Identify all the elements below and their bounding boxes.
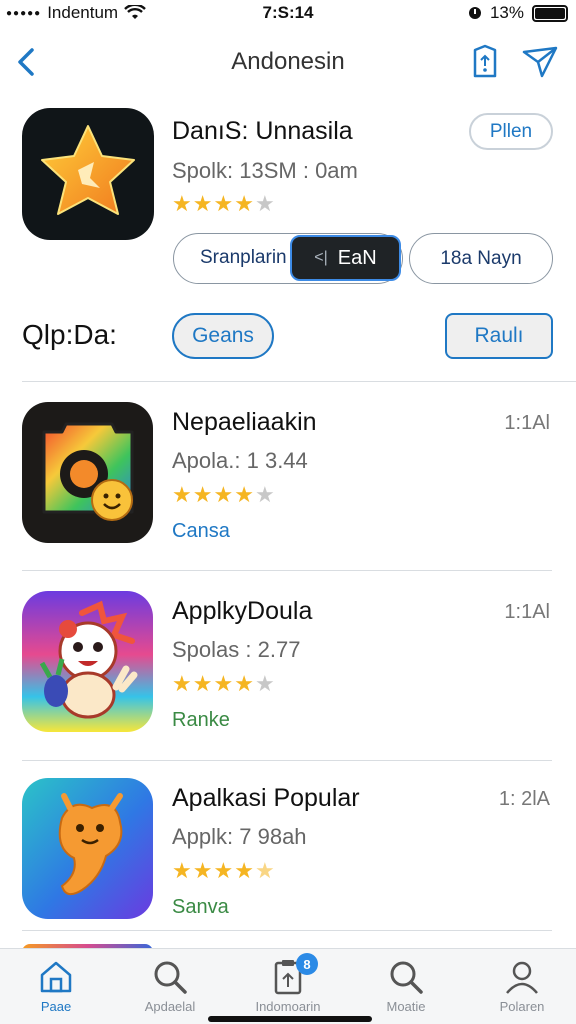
star-icon: ★ — [254, 858, 275, 883]
star-icon: ★ — [213, 858, 234, 883]
tab-home[interactable]: Paae — [6, 957, 106, 1021]
app-rating: ★ ★ ★ ★ ★ — [172, 860, 275, 882]
star-icon: ★ — [192, 858, 213, 883]
app-category[interactable]: Sanva — [172, 896, 229, 919]
list-item[interactable]: ApplkyDoula Spolas : 2.77 ★ ★ ★ ★ ★ Ranke 1:… — [0, 591, 576, 741]
featured-app-meta: Spolk: 13SM : 0am — [172, 158, 358, 183]
tab-profile[interactable]: Polaren — [472, 957, 572, 1021]
open-button[interactable]: Pllen — [469, 113, 553, 150]
star-app-icon[interactable] — [22, 108, 154, 240]
status-bar: ●●●●● Indentum 7:S:14 13% — [0, 0, 576, 26]
star-icon: ★ — [234, 482, 254, 507]
star-icon: ★ — [254, 671, 275, 696]
star-icon: ★ — [234, 191, 254, 216]
notification-badge: 8 — [296, 953, 318, 975]
app-time: 1:1Al — [504, 412, 550, 434]
search-icon — [390, 961, 423, 994]
tab-label: Paae — [40, 999, 72, 1014]
send-icon[interactable] — [520, 44, 560, 80]
featured-rating: ★ ★ ★ ★ ★ — [172, 193, 275, 215]
app-meta: Apola.: 1 3.44 — [172, 448, 308, 473]
star-icon: ★ — [254, 191, 275, 216]
orange-creature-app-icon[interactable] — [22, 778, 153, 919]
star-icon: ★ — [192, 482, 213, 507]
home-icon — [40, 961, 72, 993]
segment-active[interactable]: <| EaN — [290, 235, 401, 281]
divider — [22, 381, 576, 382]
star-icon: ★ — [213, 191, 234, 216]
app-time: 1: 2lA — [498, 788, 550, 810]
nav-bar: Andonesin — [0, 38, 576, 86]
star-icon: ★ — [172, 482, 192, 507]
app-name[interactable]: Apalkasi Popular — [172, 784, 360, 813]
star-icon: ★ — [192, 191, 213, 216]
alarm-icon — [468, 7, 481, 19]
battery-percent: 13% — [489, 3, 524, 22]
star-icon: ★ — [254, 482, 275, 507]
share-icon[interactable] — [468, 44, 502, 80]
search-icon — [154, 961, 187, 994]
tab-updates[interactable]: 8 Indomoarin — [238, 953, 338, 1021]
app-rating: ★ ★ ★ ★ ★ — [172, 673, 275, 695]
list-item[interactable]: Apalkasi Popular Applk: 7 98ah ★ ★ ★ ★ ★ San… — [0, 778, 576, 928]
pill-button[interactable]: 18a Nayn — [409, 233, 553, 284]
home-indicator — [208, 1016, 372, 1022]
segment-active-prefix: <| — [314, 249, 328, 266]
star-icon: ★ — [213, 671, 234, 696]
battery-icon — [532, 4, 568, 22]
divider — [22, 570, 552, 571]
segment-left[interactable]: Sranplarin — [200, 247, 287, 269]
divider — [22, 760, 552, 761]
status-right: 13% — [468, 3, 568, 23]
star-icon: ★ — [172, 858, 192, 883]
segment-active-label: EaN — [337, 246, 377, 269]
tab-label: Indomoarin — [255, 999, 321, 1014]
tab-bar: Paae Apdaelal 8 Indomoarin Moatie Polare… — [0, 948, 576, 1024]
app-rating: ★ ★ ★ ★ ★ — [172, 484, 275, 506]
star-icon: ★ — [172, 191, 192, 216]
app-time: 1:1Al — [504, 601, 550, 623]
app-name[interactable]: Nepaeliaakin — [172, 408, 317, 437]
segmented-control: Sranplarin <| EaN — [173, 233, 403, 284]
app-meta: Spolas : 2.77 — [172, 637, 301, 662]
tab-search-2[interactable]: Moatie — [356, 957, 456, 1021]
tab-label: Moatie — [386, 999, 426, 1014]
divider — [22, 930, 552, 931]
rank-button[interactable]: Raulı — [445, 313, 553, 359]
category-button[interactable]: Geans — [172, 313, 274, 359]
star-icon: ★ — [192, 671, 213, 696]
app-category[interactable]: Ranke — [172, 709, 230, 732]
star-icon: ★ — [234, 671, 254, 696]
tab-label: Polaren — [499, 999, 545, 1014]
star-icon: ★ — [172, 671, 192, 696]
star-icon: ★ — [234, 858, 254, 883]
cartoon-character-app-icon[interactable] — [22, 591, 153, 732]
tab-label: Apdaelal — [144, 999, 196, 1014]
featured-app-name[interactable]: DanıS: Unnasila — [172, 117, 353, 146]
star-icon: ★ — [213, 482, 234, 507]
section-title: Qlp:Da: — [22, 319, 117, 350]
app-meta: Applk: 7 98ah — [172, 824, 307, 849]
tab-search[interactable]: Apdaelal — [120, 957, 220, 1021]
app-name[interactable]: ApplkyDoula — [172, 597, 312, 626]
list-item[interactable]: Nepaeliaakin Apola.: 1 3.44 ★ ★ ★ ★ ★ Cansa … — [0, 402, 576, 552]
smile-camera-app-icon[interactable] — [22, 402, 153, 543]
person-icon — [506, 961, 538, 994]
app-category[interactable]: Cansa — [172, 520, 230, 543]
